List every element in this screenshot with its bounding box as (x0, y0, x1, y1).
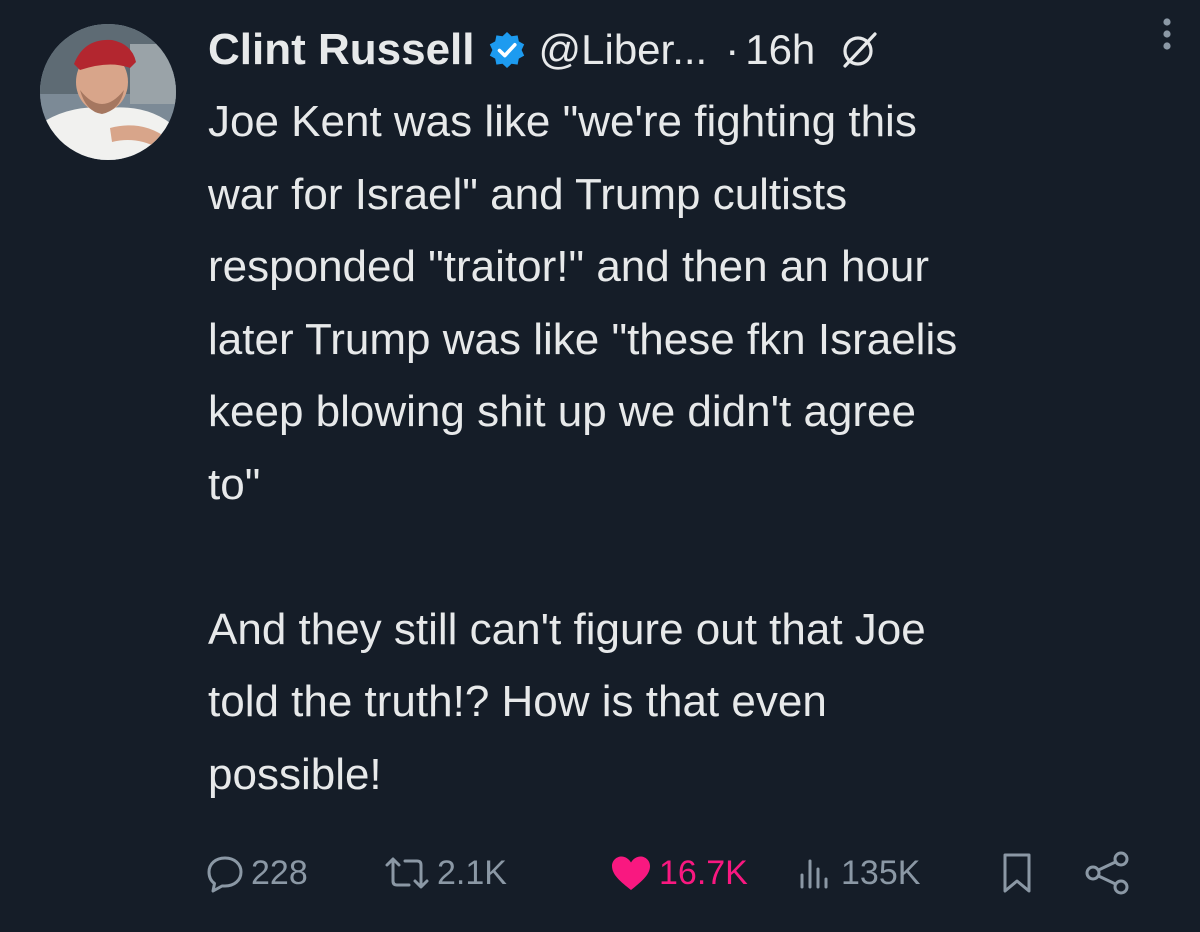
verified-badge-icon (487, 30, 527, 70)
user-handle[interactable]: @Liber... (539, 26, 708, 74)
reply-button[interactable]: 228 (205, 845, 308, 901)
views-button[interactable]: 135K (795, 845, 920, 901)
grok-icon[interactable] (839, 30, 879, 70)
bookmark-button[interactable] (997, 845, 1037, 901)
tweet-header: Clint Russell @Liber... · 16h (208, 18, 1168, 82)
reply-icon (205, 853, 245, 893)
avatar-image (40, 24, 176, 160)
views-icon (795, 853, 835, 893)
like-button[interactable]: 16.7K (609, 845, 748, 901)
reply-count: 228 (251, 853, 308, 892)
share-icon (1083, 849, 1131, 897)
repost-button[interactable]: 2.1K (383, 845, 507, 901)
more-icon[interactable] (1160, 14, 1174, 54)
display-name[interactable]: Clint Russell (208, 25, 475, 75)
avatar[interactable] (40, 24, 176, 160)
repost-count: 2.1K (437, 853, 507, 892)
views-count: 135K (841, 853, 921, 892)
separator-dot: · (725, 26, 740, 73)
share-button[interactable] (1083, 845, 1131, 901)
action-bar: 228 2.1K 16.7K 135K (205, 845, 1165, 901)
repost-icon (383, 853, 431, 893)
bookmark-icon (997, 851, 1037, 895)
like-count: 16.7K (659, 853, 748, 892)
tweet-text: Joe Kent was like "we're fighting this w… (208, 97, 958, 799)
like-icon (609, 853, 653, 893)
timestamp[interactable]: 16h (745, 26, 815, 74)
